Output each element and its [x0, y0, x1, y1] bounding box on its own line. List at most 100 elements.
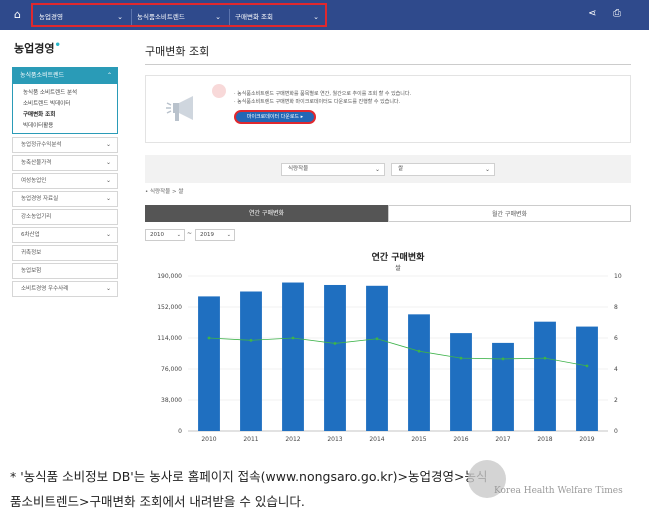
- y-left-tick-label: 114,000: [157, 335, 182, 342]
- year-to-select[interactable]: 2019 ⌄: [195, 229, 235, 241]
- chevron-down-icon: ⌄: [226, 232, 231, 238]
- x-tick-label: 2012: [285, 436, 300, 443]
- tab-annual[interactable]: 연간 구매변화: [145, 205, 388, 222]
- sidebar-item[interactable]: 귀촉정보: [12, 245, 118, 261]
- y-left-tick-label: 190,000: [157, 273, 182, 280]
- watermark-text: Korea Health Welfare Times: [494, 486, 623, 496]
- chevron-down-icon: ⌄: [105, 177, 111, 184]
- range-separator: ~: [187, 230, 193, 237]
- filter-bar: 식량작물 ⌄ 쌀 ⌄: [145, 155, 631, 183]
- line-point: [585, 364, 589, 368]
- nav-label-1: 농업경영: [39, 13, 63, 21]
- notice-box: · 농식품소비트렌드 구매변화를 품목별로 연간, 월간으로 추이를 조회 할 …: [145, 75, 631, 143]
- sidebar-item[interactable]: 소비트경영 우수사례 ⌄: [12, 281, 118, 297]
- caption-line: 품소비트렌드>구매변화 조회에서 내려받을 수 있습니다.: [10, 494, 305, 509]
- line-point: [501, 357, 505, 361]
- sidebar-item[interactable]: 6차산업 ⌄: [12, 227, 118, 243]
- chevron-down-icon: ⌄: [105, 285, 111, 292]
- sidebar-item[interactable]: 농업정규수익분석 ⌄: [12, 137, 118, 153]
- nav-dropdown-1[interactable]: 농업경영 ⌄: [39, 8, 127, 26]
- submenu-item[interactable]: 농식품 소비트렌드 분석: [23, 88, 77, 96]
- bar: [408, 314, 430, 431]
- line-point: [207, 336, 211, 340]
- x-tick-label: 2015: [411, 436, 426, 443]
- nav-label-3: 구매변화 조회: [235, 13, 273, 21]
- sidebar-item[interactable]: 여성농업인 ⌄: [12, 173, 118, 189]
- bar: [240, 291, 262, 431]
- bar: [534, 321, 556, 431]
- y-right-tick-label: 10: [614, 273, 622, 280]
- divider: [145, 64, 631, 65]
- chevron-down-icon: ⌄: [105, 159, 111, 166]
- tab-monthly[interactable]: 월간 구매변화: [388, 205, 631, 222]
- home-icon[interactable]: ⌂: [14, 8, 28, 22]
- notice-line: · 농식품소비트렌드 구매변화 마이크로데이터도 다운로드를 진행할 수 있습니…: [234, 99, 401, 105]
- chart-subtitle: 쌀: [395, 264, 401, 272]
- sidebar-submenu: 농식품 소비트렌드 분석 소비트렌드 빅데이터 구매변화 조회 빅데이터활용: [12, 84, 118, 134]
- top-navigation-bar: ⌂ 농업경영 ⌄ 농식품소비트렌드 ⌄ 구매변화 조회 ⌄ ⋖ ⎙: [0, 0, 649, 30]
- bar: [324, 284, 346, 431]
- sidebar-item[interactable]: 강소농업기리: [12, 209, 118, 225]
- bar: [198, 296, 220, 431]
- chevron-down-icon: ⌄: [215, 13, 221, 21]
- line-point: [459, 356, 463, 360]
- y-right-tick-label: 0: [614, 428, 618, 435]
- item-select[interactable]: 쌀 ⌄: [391, 163, 495, 176]
- line-point: [417, 349, 421, 353]
- chart-title: 연간 구매변화: [372, 251, 426, 263]
- y-right-tick-label: 2: [614, 397, 618, 404]
- y-left-tick-label: 152,000: [157, 304, 182, 311]
- megaphone-icon: [166, 96, 193, 121]
- category-select[interactable]: 식량작물 ⌄: [281, 163, 385, 176]
- y-right-tick-label: 4: [614, 366, 618, 373]
- chevron-up-icon: ⌃: [106, 72, 112, 79]
- sidebar-item[interactable]: 농업보험: [12, 263, 118, 279]
- bar: [450, 333, 472, 431]
- bar: [492, 342, 514, 431]
- submenu-item[interactable]: 소비트렌드 빅데이터: [23, 99, 70, 107]
- x-tick-label: 2016: [453, 436, 468, 443]
- sidebar-item[interactable]: 농축산물가격 ⌄: [12, 155, 118, 171]
- bar: [576, 326, 598, 431]
- breadcrumb-highlight: 농업경영 ⌄ 농식품소비트렌드 ⌄ 구매변화 조회 ⌄: [31, 3, 327, 27]
- print-icon[interactable]: ⎙: [613, 8, 621, 19]
- y-left-tick-label: 0: [178, 428, 182, 435]
- line-point: [543, 356, 547, 360]
- submenu-item[interactable]: 빅데이터활용: [23, 121, 53, 129]
- chevron-down-icon: ⌄: [105, 231, 111, 238]
- year-from-select[interactable]: 2010 ⌄: [145, 229, 185, 241]
- x-tick-label: 2017: [495, 436, 510, 443]
- sidebar-item[interactable]: 농업경영 자료실 ⌄: [12, 191, 118, 207]
- decorative-dot: [212, 84, 226, 98]
- y-right-tick-label: 6: [614, 335, 618, 342]
- line-point: [375, 337, 379, 341]
- chevron-down-icon: ⌄: [484, 166, 490, 173]
- nav-dropdown-3[interactable]: 구매변화 조회 ⌄: [235, 8, 323, 26]
- y-left-tick-label: 38,000: [161, 397, 182, 404]
- x-tick-label: 2019: [579, 436, 594, 443]
- annual-purchase-chart: 연간 구매변화쌀 0 38,000 76,000 114,000 152,000 190,0…: [157, 251, 622, 443]
- x-tick-label: 2013: [327, 436, 342, 443]
- y-right-tick-label: 8: [614, 304, 618, 311]
- chevron-down-icon: ⌄: [105, 141, 111, 148]
- selection-path: • 식량작물 > 쌀: [145, 189, 184, 195]
- page-title: 구매변화 조회: [145, 45, 210, 58]
- line-point: [333, 342, 337, 345]
- line-point: [291, 336, 295, 340]
- submenu-item-current[interactable]: 구매변화 조회: [23, 110, 55, 118]
- nav-dropdown-2[interactable]: 농식품소비트렌드 ⌄: [137, 8, 225, 26]
- sidebar-item-active[interactable]: 농식품소비트렌드 ⌃: [12, 67, 118, 84]
- caption-line: * '농식품 소비정보 DB'는 농사로 홈페이지 접속(www.nongsar…: [10, 469, 488, 484]
- line-point: [249, 338, 253, 342]
- bar: [282, 282, 304, 431]
- chevron-down-icon: ⌄: [374, 166, 380, 173]
- chevron-down-icon: ⌄: [313, 13, 319, 21]
- x-tick-label: 2010: [201, 436, 216, 443]
- x-tick-label: 2011: [243, 436, 258, 443]
- chevron-down-icon: ⌄: [117, 13, 123, 21]
- watermark: Korea Health Welfare Times: [468, 458, 644, 506]
- sidebar-title: 농업경영•: [14, 40, 61, 55]
- microdata-download-button[interactable]: 마이크로데이터 다운로드 ▸: [234, 110, 316, 124]
- chevron-down-icon: ⌄: [176, 232, 181, 238]
- share-icon[interactable]: ⋖: [588, 8, 596, 19]
